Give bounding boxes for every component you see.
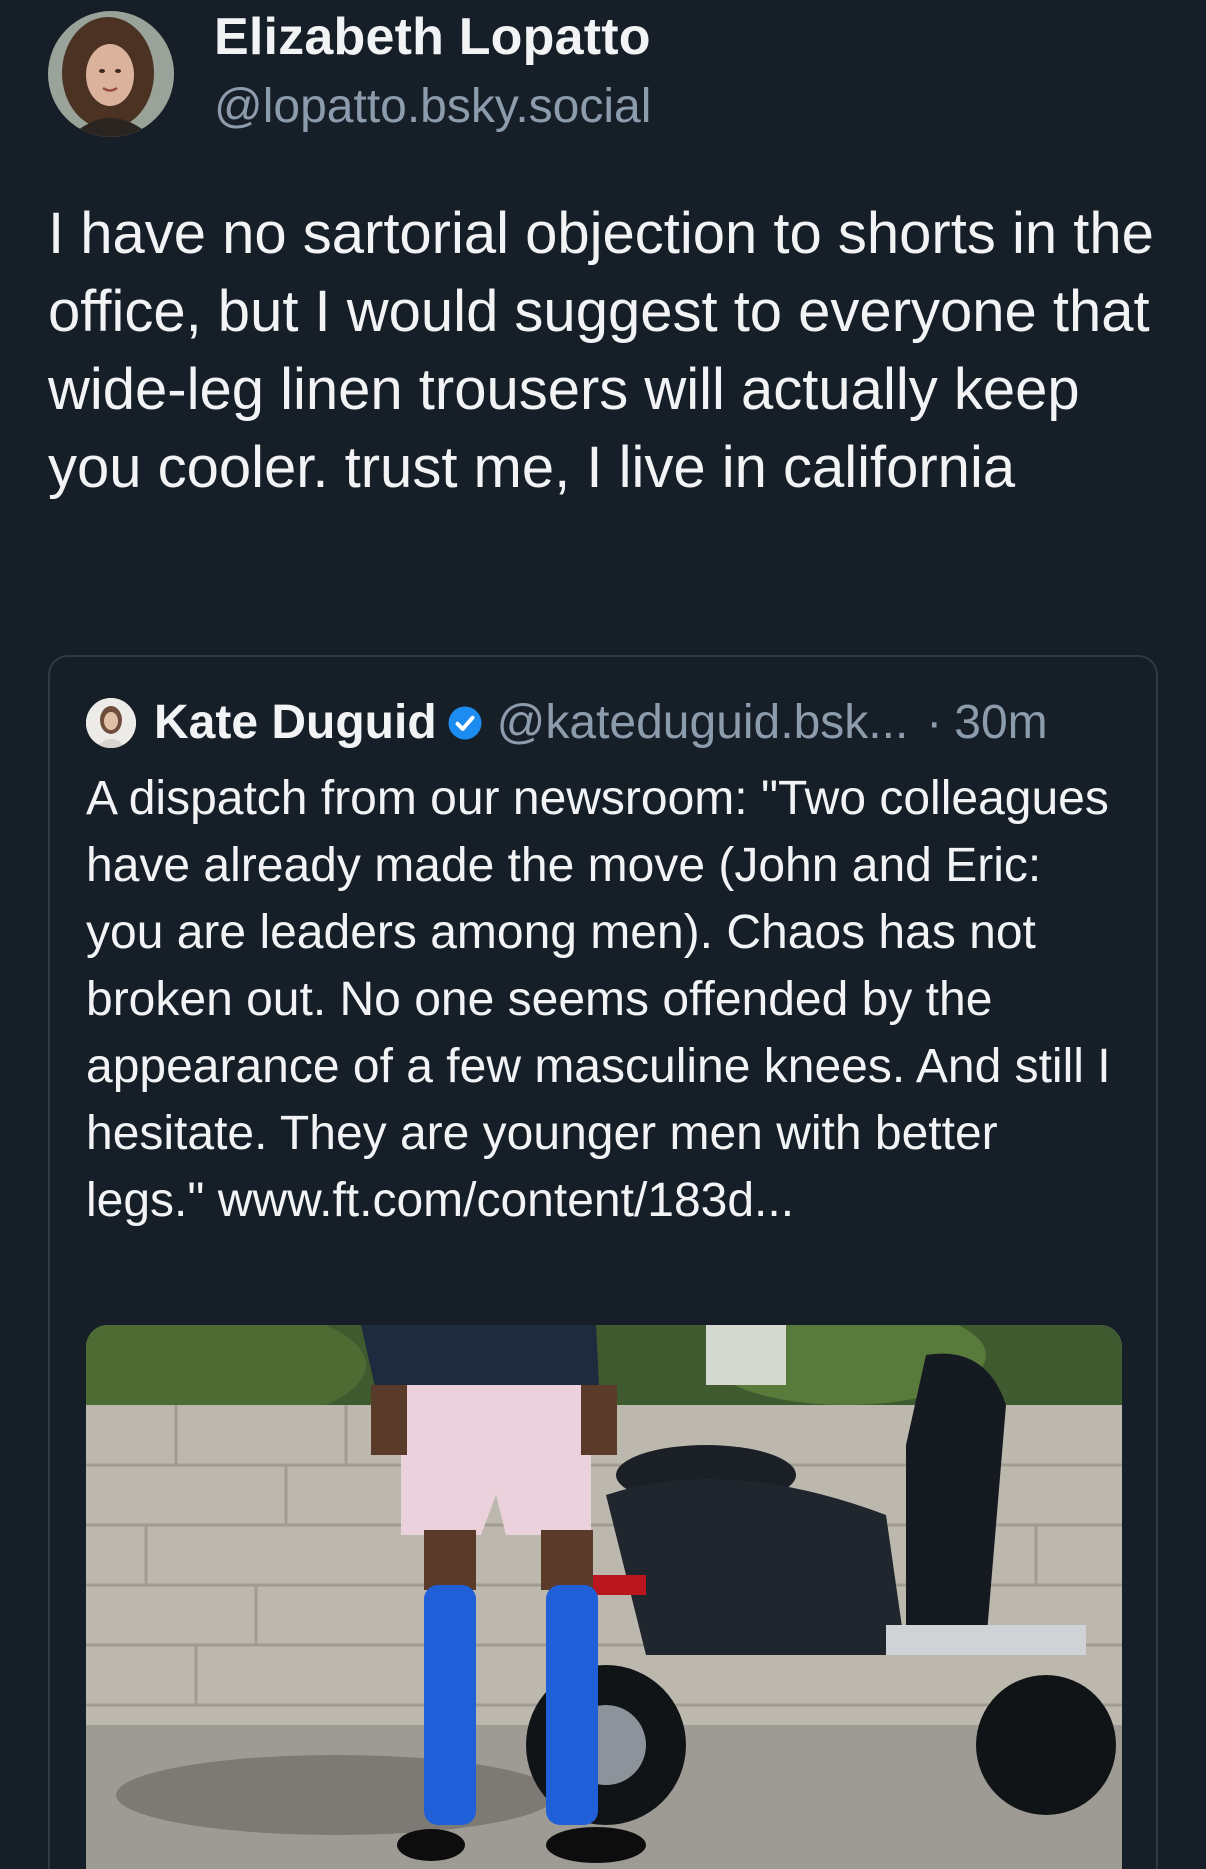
verified-check-icon: [448, 706, 482, 739]
quoted-post-card[interactable]: Kate Duguid @kateduguid.bsk... · 30m A d…: [48, 655, 1158, 1869]
author-row[interactable]: Elizabeth Lopatto @lopatto.bsky.social: [48, 8, 651, 138]
author-names: Elizabeth Lopatto @lopatto.bsky.social: [214, 6, 651, 138]
quoted-post-link[interactable]: www.ft.com/content/183d...: [218, 1174, 794, 1227]
quoted-author-display-name[interactable]: Kate Duguid: [154, 695, 437, 750]
quoted-avatar-image: [86, 697, 136, 748]
author-avatar[interactable]: [48, 11, 174, 137]
quoted-post-body: A dispatch from our newsroom: "Two colle…: [86, 765, 1126, 1234]
quoted-post-text: A dispatch from our newsroom: "Two colle…: [86, 772, 1111, 1227]
author-avatar-image: [48, 11, 174, 137]
quoted-author-handle[interactable]: @kateduguid.bsk...: [497, 695, 909, 750]
author-display-name[interactable]: Elizabeth Lopatto: [214, 6, 651, 68]
quoted-author-avatar[interactable]: [86, 697, 136, 748]
quoted-post-header: Kate Duguid @kateduguid.bsk... · 30m: [86, 695, 1048, 750]
photo-man-shorts-scooter: [86, 1325, 1122, 1869]
post: Elizabeth Lopatto @lopatto.bsky.social I…: [0, 0, 1206, 1869]
quoted-post-time[interactable]: 30m: [954, 695, 1047, 750]
author-handle[interactable]: @lopatto.bsky.social: [214, 76, 651, 138]
separator-dot: ·: [926, 696, 943, 749]
quoted-post-image[interactable]: [86, 1325, 1122, 1869]
post-text: I have no sartorial objection to shorts …: [48, 201, 1154, 500]
